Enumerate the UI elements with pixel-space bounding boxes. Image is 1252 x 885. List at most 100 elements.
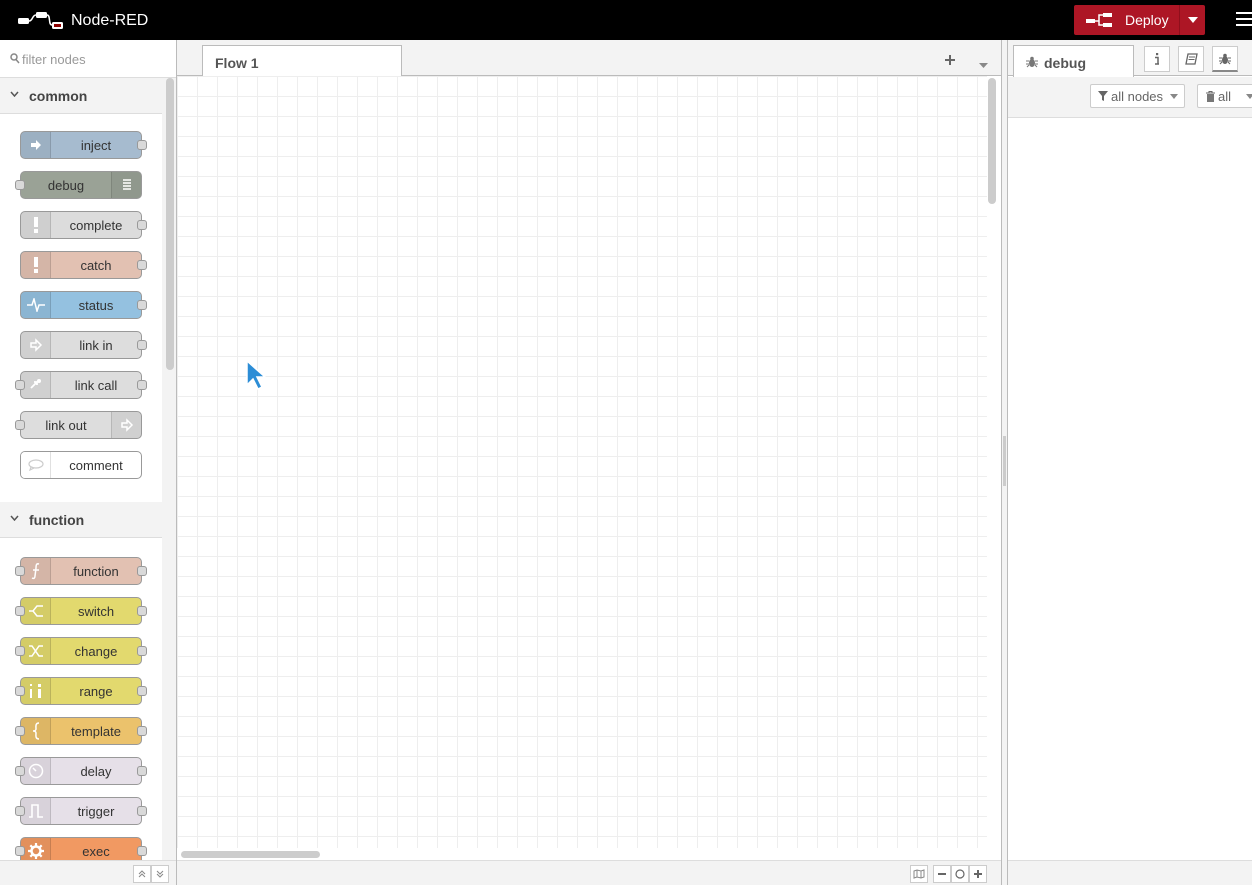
timer-icon bbox=[28, 763, 43, 779]
input-port bbox=[15, 566, 25, 576]
input-port bbox=[15, 686, 25, 696]
palette-node-link-out[interactable]: link out bbox=[15, 411, 142, 439]
palette-node-switch[interactable]: switch bbox=[15, 597, 147, 625]
collapse-all-button[interactable] bbox=[133, 865, 151, 883]
gear-icon bbox=[27, 843, 44, 859]
zoom-reset-icon bbox=[955, 869, 965, 879]
shuffle-icon bbox=[28, 645, 43, 657]
help-tab-button[interactable] bbox=[1178, 46, 1204, 72]
map-icon bbox=[913, 869, 925, 879]
debug-filter-button[interactable]: all nodes bbox=[1090, 84, 1185, 108]
category-header-function[interactable]: function bbox=[0, 502, 162, 538]
zoom-reset-button[interactable] bbox=[951, 865, 969, 883]
zoom-in-button[interactable] bbox=[969, 865, 987, 883]
input-port bbox=[15, 646, 25, 656]
book-icon bbox=[1184, 53, 1198, 65]
palette-node-comment[interactable]: comment bbox=[20, 451, 142, 479]
palette-node-complete[interactable]: complete bbox=[20, 211, 147, 239]
palette-node-delay[interactable]: delay bbox=[15, 757, 147, 785]
output-port bbox=[137, 260, 147, 270]
input-port bbox=[15, 766, 25, 776]
palette-node-change[interactable]: change bbox=[15, 637, 147, 665]
palette-node-link-call[interactable]: link call bbox=[15, 371, 147, 399]
tab-debug[interactable]: debug bbox=[1013, 45, 1134, 77]
input-port bbox=[15, 726, 25, 736]
input-port bbox=[15, 180, 25, 190]
add-flow-button[interactable] bbox=[944, 50, 956, 71]
hamburger-menu-icon bbox=[1236, 12, 1252, 14]
palette-node-range[interactable]: range bbox=[15, 677, 147, 705]
palette-node-link-in[interactable]: link in bbox=[20, 331, 147, 359]
info-tab-button[interactable] bbox=[1144, 46, 1170, 72]
output-port bbox=[137, 566, 147, 576]
category-header-common[interactable]: common bbox=[0, 78, 162, 114]
palette-footer bbox=[0, 860, 176, 885]
pulse-icon bbox=[26, 298, 45, 312]
workspace-footer bbox=[177, 860, 1001, 885]
category-body-function: function switch change range template de… bbox=[0, 538, 162, 860]
palette-node-debug[interactable]: debug bbox=[15, 171, 142, 199]
node-label: link in bbox=[79, 338, 113, 353]
mouse-cursor-icon bbox=[246, 359, 267, 391]
flow-canvas[interactable] bbox=[177, 76, 987, 848]
debug-tab-button[interactable] bbox=[1212, 46, 1238, 72]
sidebar-tab-bar: debug bbox=[1008, 40, 1252, 77]
bug-icon bbox=[1026, 56, 1038, 68]
debug-list-icon bbox=[122, 179, 131, 190]
output-port bbox=[137, 686, 147, 696]
palette-node-exec[interactable]: exec bbox=[15, 837, 147, 860]
tab-flow-1[interactable]: Flow 1 bbox=[202, 45, 402, 77]
tab-label: Flow 1 bbox=[215, 55, 259, 71]
navigator-button[interactable] bbox=[910, 865, 928, 883]
link-call-icon bbox=[29, 379, 41, 389]
deploy-label: Deploy bbox=[1125, 12, 1169, 28]
double-chevron-down-icon bbox=[156, 870, 164, 878]
deploy-menu-button[interactable] bbox=[1180, 17, 1205, 23]
input-port bbox=[15, 806, 25, 816]
comment-icon bbox=[27, 459, 44, 471]
chevron-down-icon bbox=[10, 91, 19, 97]
zoom-out-button[interactable] bbox=[933, 865, 951, 883]
caret-down-icon bbox=[1170, 94, 1178, 99]
main-menu-button[interactable] bbox=[1236, 12, 1252, 28]
node-label: function bbox=[73, 564, 119, 579]
expand-all-button[interactable] bbox=[151, 865, 169, 883]
flow-list-menu-button[interactable] bbox=[979, 55, 988, 71]
zoom-in-icon bbox=[974, 870, 982, 878]
canvas-vertical-scrollbar[interactable] bbox=[988, 78, 996, 204]
filter-nodes-input[interactable] bbox=[22, 49, 170, 69]
caret-down-icon bbox=[1187, 17, 1198, 23]
node-label: link call bbox=[74, 378, 118, 393]
deploy-icon bbox=[1086, 13, 1112, 27]
palette-scroll-area: common inject debug complete catch statu… bbox=[0, 78, 176, 860]
app-title: Node-RED bbox=[71, 12, 149, 29]
output-port bbox=[137, 606, 147, 616]
category-label: common bbox=[29, 88, 88, 104]
deploy-main-button[interactable]: Deploy bbox=[1074, 5, 1180, 35]
function-icon bbox=[31, 563, 39, 580]
header-bar: Node-RED Deploy bbox=[0, 0, 1252, 40]
debug-clear-button[interactable]: all bbox=[1197, 84, 1252, 108]
plus-icon bbox=[945, 55, 955, 65]
chevron-down-icon bbox=[10, 515, 19, 521]
node-label: delay bbox=[80, 764, 112, 779]
separator-grip bbox=[1003, 436, 1006, 486]
palette-node-inject[interactable]: inject bbox=[20, 131, 147, 159]
palette-scrollbar[interactable] bbox=[166, 78, 174, 370]
canvas-horizontal-scrollbar[interactable] bbox=[181, 851, 320, 858]
workspace-tab-bar: Flow 1 bbox=[177, 40, 1001, 77]
output-port bbox=[137, 726, 147, 736]
palette-node-template[interactable]: template bbox=[15, 717, 147, 745]
node-label: switch bbox=[77, 604, 115, 619]
input-port bbox=[15, 420, 25, 430]
node-label: range bbox=[79, 684, 113, 699]
palette-node-trigger[interactable]: trigger bbox=[15, 797, 147, 825]
info-icon bbox=[1155, 53, 1159, 65]
node-label: trigger bbox=[77, 804, 115, 819]
palette-node-status[interactable]: status bbox=[20, 291, 147, 319]
filter-label: all nodes bbox=[1111, 88, 1164, 104]
sidebar-separator[interactable] bbox=[1001, 40, 1008, 885]
palette-node-catch[interactable]: catch bbox=[20, 251, 147, 279]
deploy-button[interactable]: Deploy bbox=[1074, 5, 1205, 35]
palette-node-function[interactable]: function bbox=[15, 557, 147, 585]
